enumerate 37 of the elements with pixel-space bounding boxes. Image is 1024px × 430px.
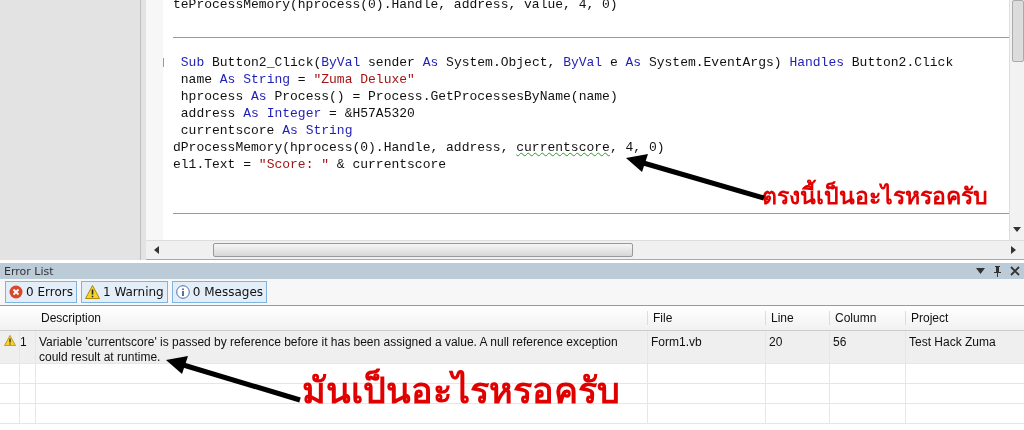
- code-line: el1.Text = "Score: " & currentscore: [173, 157, 447, 172]
- close-icon[interactable]: [1010, 266, 1020, 276]
- warning-icon: [84, 285, 100, 299]
- scroll-down-icon[interactable]: [1013, 227, 1021, 232]
- annotation-text: ตรงนี้เป็นอะไรหรอครับ: [762, 178, 988, 214]
- column-header[interactable]: Line: [766, 311, 830, 325]
- table-cell: Variable 'currentscore' is passed by reference before it has been assigned a value. A null reference exception could result at runtime.: [39, 335, 618, 364]
- table-cell: Form1.vb: [651, 335, 702, 349]
- filter-button[interactable]: 0 Errors: [5, 281, 77, 303]
- row-number: 1: [20, 335, 27, 349]
- code-line: hprocess As Process() = Process.GetProcessesByName(name): [179, 89, 618, 104]
- code-line: currentscore As String: [179, 123, 353, 138]
- table-cell: 56: [833, 335, 847, 349]
- code-line: address As Integer = &H57A5320: [179, 106, 415, 121]
- scroll-left-icon[interactable]: [154, 246, 159, 254]
- column-header[interactable]: Column: [830, 311, 906, 325]
- filter-button[interactable]: 0 Messages: [171, 281, 268, 303]
- code-line: Sub Button2_Click(ByVal sender As System.Object, ByVal e As System.EventArgs) Handles Button2.Click: [179, 55, 954, 70]
- dropdown-icon[interactable]: [976, 268, 985, 274]
- table-cell: Test Hack Zuma: [909, 335, 996, 349]
- column-header[interactable]: File: [648, 311, 766, 325]
- column-header[interactable]: Description: [36, 311, 648, 325]
- warning-icon: [4, 335, 16, 346]
- code-line: dProcessMemory(hprocess(0).Handle, address, currentscore, 4, 0): [173, 140, 665, 155]
- scroll-right-icon[interactable]: [1011, 246, 1016, 254]
- pin-icon[interactable]: [993, 265, 1002, 277]
- annotation-text: มันเป็นอะไรหรอครับ: [302, 367, 620, 413]
- error-icon: [9, 285, 23, 299]
- horizontal-scrollbar[interactable]: [146, 240, 1024, 259]
- table-cell: 20: [769, 335, 783, 349]
- vertical-scrollbar[interactable]: [1009, 0, 1024, 240]
- info-icon: [175, 285, 190, 299]
- filter-button[interactable]: 1 Warning: [80, 281, 168, 303]
- scroll-thumb[interactable]: [1012, 0, 1024, 62]
- code-line: name As String = "Zuma Deluxe": [179, 72, 415, 87]
- column-header[interactable]: Project: [906, 311, 1024, 325]
- pane-title: Error List: [4, 264, 54, 278]
